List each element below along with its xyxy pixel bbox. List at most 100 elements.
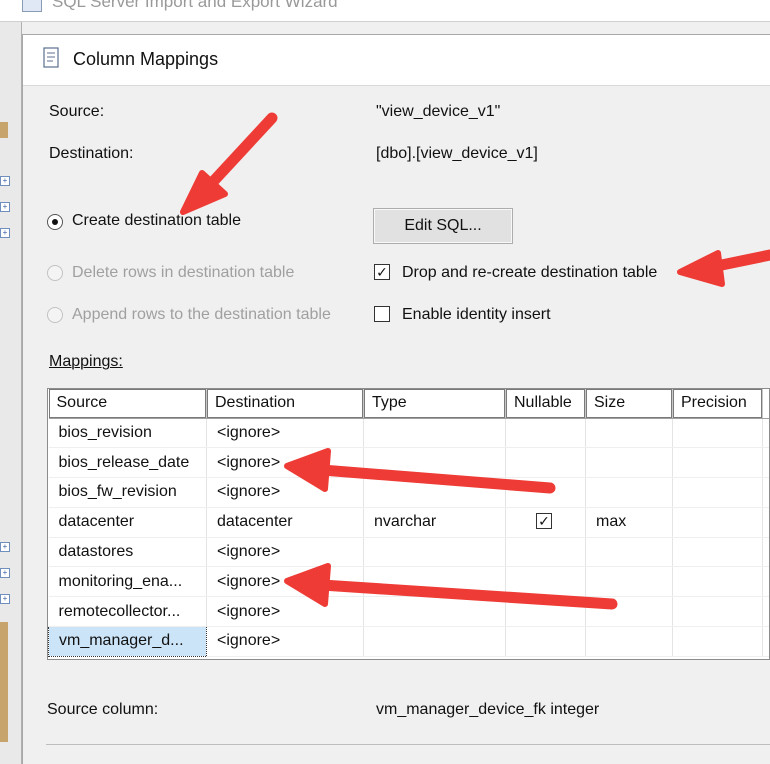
outer-window-title: SQL Server Import and Export Wizard [52,0,338,11]
precision-cell[interactable] [672,507,763,538]
column-header-size[interactable]: Size [585,389,673,419]
size-cell[interactable] [585,596,673,628]
source-cell[interactable]: bios_revision [48,418,207,449]
source-cell-selected[interactable]: vm_manager_d... [48,626,207,657]
drop-recreate-label[interactable]: Drop and re-create destination table [402,264,657,282]
document-icon [43,47,59,68]
source-cell[interactable]: remotecollector... [48,596,207,628]
nullable-cell[interactable] [505,418,586,449]
expand-icon: + [0,202,10,212]
delete-rows-label[interactable]: Delete rows in destination table [72,264,294,282]
destination-cell[interactable]: <ignore> [206,626,364,657]
column-header-overflow [762,389,769,419]
expand-icon: + [0,568,10,578]
size-cell[interactable] [585,477,673,508]
background-app-strip: + + + + + + [0,22,22,764]
background-block [0,122,8,138]
source-column-value: vm_manager_device_fk integer [376,701,600,718]
size-cell[interactable] [585,626,673,657]
size-cell[interactable] [585,566,673,598]
expand-icon: + [0,228,10,238]
precision-cell[interactable] [672,566,763,598]
table-row[interactable]: bios_revision <ignore> [48,418,769,449]
nullable-cell[interactable] [505,447,586,479]
source-cell[interactable]: datastores [48,537,207,568]
nullable-cell[interactable]: ✓ [505,507,586,538]
destination-cell[interactable]: <ignore> [206,477,364,508]
table-row[interactable]: remotecollector... <ignore> [48,596,769,628]
destination-label: Destination: [49,145,134,162]
expand-icon: + [0,594,10,604]
precision-cell[interactable] [672,626,763,657]
wizard-app-icon [22,0,42,12]
footer-divider [46,744,770,745]
outer-window-titlebar: SQL Server Import and Export Wizard [0,0,770,22]
edit-sql-button[interactable]: Edit SQL... [373,208,513,244]
type-cell[interactable] [363,596,506,628]
destination-cell[interactable]: <ignore> [206,537,364,568]
expand-icon: + [0,542,10,552]
dialog-titlebar: Column Mappings [23,35,770,85]
size-cell[interactable]: max [585,507,673,538]
size-cell[interactable] [585,418,673,449]
destination-cell[interactable]: <ignore> [206,447,364,479]
table-row[interactable]: monitoring_ena... <ignore> [48,566,769,598]
type-cell[interactable] [363,447,506,479]
source-cell[interactable]: datacenter [48,507,207,538]
table-row[interactable]: vm_manager_d... <ignore> [48,626,769,657]
source-cell[interactable]: monitoring_ena... [48,566,207,598]
identity-insert-checkbox[interactable] [374,306,390,322]
column-header-destination[interactable]: Destination [206,389,364,419]
table-row[interactable]: datacenter datacenter nvarchar ✓ max [48,507,769,538]
source-column-label: Source column: [47,701,159,718]
precision-cell[interactable] [672,418,763,449]
precision-cell[interactable] [672,537,763,568]
destination-value: [dbo].[view_device_v1] [376,145,538,162]
title-divider [23,85,770,86]
source-value: "view_device_v1" [376,103,501,120]
destination-cell[interactable]: <ignore> [206,566,364,598]
column-header-precision[interactable]: Precision [672,389,763,419]
destination-cell[interactable]: datacenter [206,507,364,538]
nullable-cell[interactable] [505,596,586,628]
table-row[interactable]: bios_fw_revision <ignore> [48,477,769,508]
background-block [0,622,8,742]
mappings-grid[interactable]: Source Destination Type Nullable Size Pr… [47,388,770,660]
expand-icon: + [0,176,10,186]
drop-recreate-checkbox[interactable]: ✓ [374,264,390,280]
delete-rows-radio[interactable] [47,265,63,281]
type-cell[interactable] [363,626,506,657]
mappings-label: Mappings: [49,353,123,370]
source-cell[interactable]: bios_fw_revision [48,477,207,508]
create-table-radio[interactable] [47,214,63,230]
precision-cell[interactable] [672,447,763,479]
table-row[interactable]: bios_release_date <ignore> [48,447,769,479]
precision-cell[interactable] [672,596,763,628]
size-cell[interactable] [585,447,673,479]
destination-cell[interactable]: <ignore> [206,596,364,628]
destination-cell[interactable]: <ignore> [206,418,364,449]
source-cell[interactable]: bios_release_date [48,447,207,479]
type-cell[interactable] [363,537,506,568]
nullable-cell[interactable] [505,477,586,508]
column-header-nullable[interactable]: Nullable [505,389,586,419]
dialog-title: Column Mappings [73,49,219,69]
type-cell[interactable] [363,418,506,449]
type-cell[interactable] [363,477,506,508]
nullable-cell[interactable] [505,537,586,568]
append-rows-label[interactable]: Append rows to the destination table [72,306,331,324]
source-label: Source: [49,103,105,120]
column-header-source[interactable]: Source [48,389,207,419]
size-cell[interactable] [585,537,673,568]
create-table-label[interactable]: Create destination table [72,212,241,230]
precision-cell[interactable] [672,477,763,508]
table-row[interactable]: datastores <ignore> [48,537,769,568]
type-cell[interactable]: nvarchar [363,507,506,538]
nullable-cell[interactable] [505,626,586,657]
type-cell[interactable] [363,566,506,598]
identity-insert-label[interactable]: Enable identity insert [402,306,551,324]
nullable-checkbox[interactable]: ✓ [536,513,552,530]
nullable-cell[interactable] [505,566,586,598]
append-rows-radio[interactable] [47,307,63,323]
column-header-type[interactable]: Type [363,389,506,419]
